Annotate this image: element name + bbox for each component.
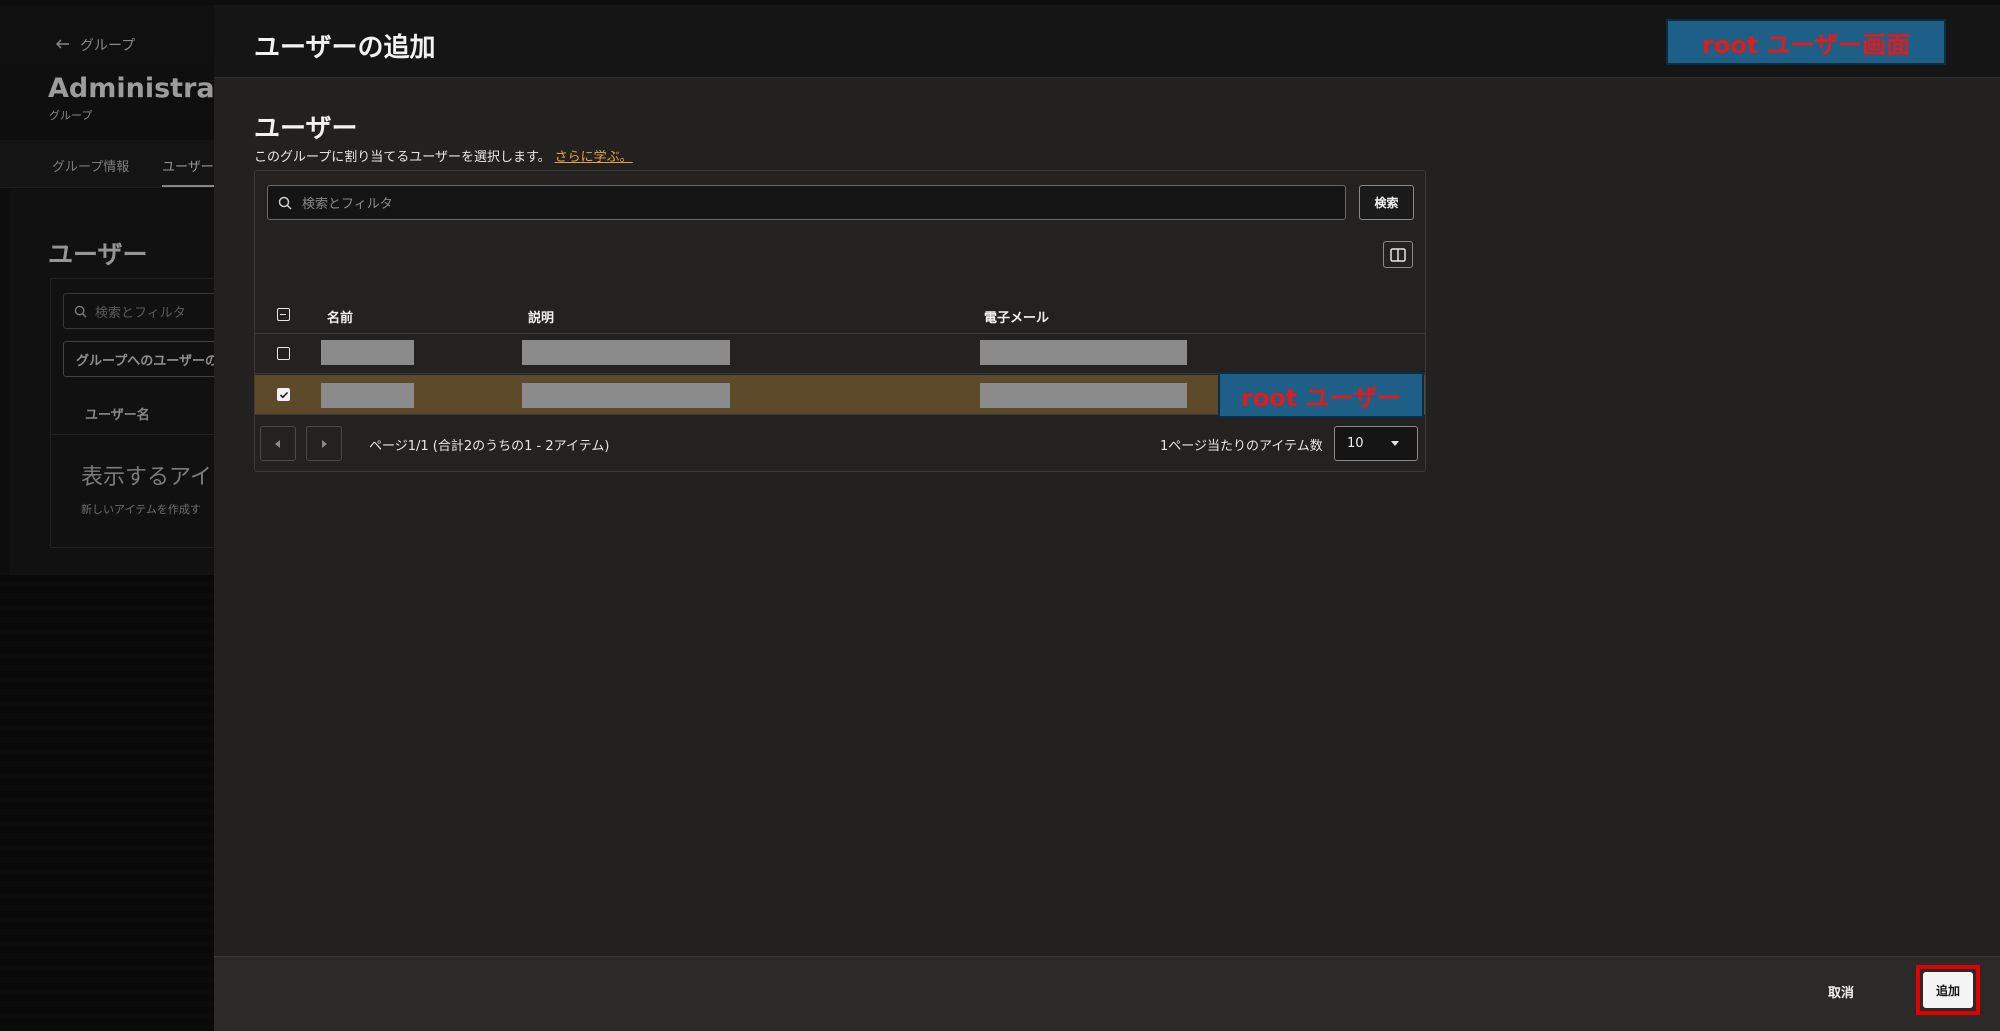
users-table-panel: 検索とフィルタ 検索 名前 説明 電子メール ページ1/1 (合計2のうちの1 …: [254, 170, 1426, 472]
items-per-page-select[interactable]: 10: [1334, 426, 1418, 461]
section-title: ユーザー: [254, 114, 358, 144]
column-settings-button[interactable]: [1383, 241, 1413, 268]
row-checkbox[interactable]: [277, 347, 290, 360]
table-header: 名前 説明 電子メール: [255, 294, 1425, 334]
search-input[interactable]: 検索とフィルタ: [267, 185, 1346, 220]
search-icon: [278, 196, 292, 210]
chevron-left-icon: [275, 439, 280, 448]
add-button[interactable]: 追加: [1923, 972, 1973, 1008]
search-placeholder: 検索とフィルタ: [302, 197, 393, 212]
modal-overlay[interactable]: [0, 0, 214, 1031]
table-row[interactable]: [255, 334, 1425, 374]
drawer-footer: 取消 追加: [214, 956, 2000, 1031]
annotation-root-user-screen: root ユーザー画面: [1666, 19, 1946, 65]
annotation-root-user: root ユーザー: [1218, 372, 1424, 418]
redacted-description: [522, 383, 730, 408]
section-description: このグループに割り当てるユーザーを選択します。 さらに学ぶ。: [254, 146, 633, 165]
caret-down-icon: [1391, 441, 1399, 446]
redacted-email: [980, 383, 1187, 408]
redacted-name: [321, 383, 414, 408]
cancel-button[interactable]: 取消: [1828, 982, 1854, 1001]
chevron-right-icon: [322, 439, 327, 448]
redacted-description: [522, 340, 730, 365]
prev-page-button[interactable]: [260, 426, 296, 461]
redacted-email: [980, 340, 1187, 365]
search-button[interactable]: 検索: [1359, 185, 1414, 220]
items-per-page-label: 1ページ当たりのアイテム数: [1160, 439, 1323, 454]
next-page-button[interactable]: [306, 426, 342, 461]
background-page: グループ Administrato グループ グループ情報 ユーザー ユーザー …: [0, 0, 214, 1031]
section-description-text: このグループに割り当てるユーザーを選択します。: [254, 150, 551, 165]
add-button-highlight: 追加: [1916, 965, 1980, 1015]
drawer-title: ユーザーの追加: [254, 33, 436, 63]
column-header-email[interactable]: 電子メール: [984, 307, 1049, 326]
add-users-drawer: ユーザーの追加 ユーザー このグループに割り当てるユーザーを選択します。 さらに学…: [214, 5, 2000, 1031]
select-all-checkbox[interactable]: [277, 308, 290, 321]
columns-icon: [1390, 247, 1406, 262]
column-header-name[interactable]: 名前: [327, 307, 353, 326]
row-checkbox[interactable]: [277, 388, 290, 401]
learn-more-link[interactable]: さらに学ぶ。: [555, 150, 633, 165]
checkbox-check-icon: [279, 391, 288, 398]
items-per-page-value: 10: [1347, 436, 1364, 451]
redacted-name: [321, 340, 414, 365]
column-header-description[interactable]: 説明: [528, 307, 554, 326]
pagination-summary: ページ1/1 (合計2のうちの1 - 2アイテム): [369, 439, 610, 454]
